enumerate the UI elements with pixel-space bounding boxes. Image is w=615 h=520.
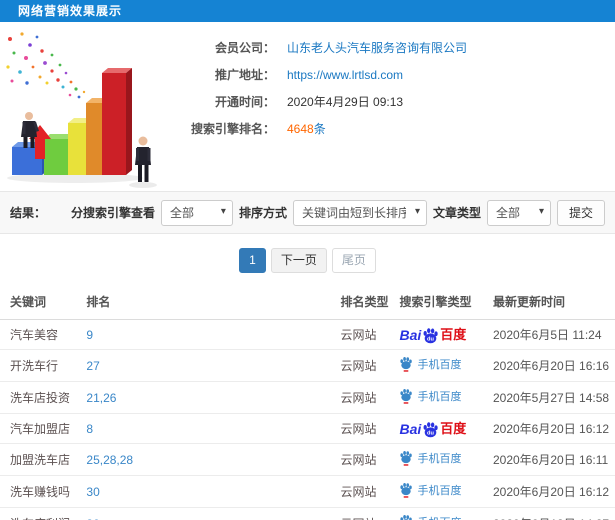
- promotion-url-link[interactable]: https://www.lrtlsd.com: [287, 68, 403, 82]
- url-label: 推广地址：: [214, 68, 275, 82]
- info-row-company: 会员公司： 山东老人头汽车服务咨询有限公司: [183, 34, 467, 61]
- header-update-time: 最新更新时间: [492, 285, 615, 320]
- bar-chart-illustration: [6, 32, 157, 188]
- svg-text:du: du: [427, 336, 434, 342]
- rank-cell[interactable]: 27: [86, 349, 341, 382]
- update-time-cell: 2020年6月20日 16:16: [492, 349, 615, 382]
- company-link[interactable]: 山东老人头汽车服务咨询有限公司: [287, 39, 467, 56]
- update-time-cell: 2020年5月27日 14:58: [492, 381, 615, 414]
- keyword-cell: 加盟洗车店: [0, 443, 87, 476]
- next-page-button[interactable]: 下一页: [270, 248, 327, 273]
- rank-cell[interactable]: 9: [86, 319, 341, 350]
- mobile-baidu-logo: 手机百度: [399, 450, 461, 466]
- open-time-label: 开通时间：: [214, 95, 275, 109]
- mobile-baidu-logo: 手机百度: [399, 482, 461, 498]
- rank-type-cell: 云网站: [340, 443, 400, 476]
- header-keyword: 关键词: [0, 285, 87, 320]
- header-rank: 排名: [86, 285, 341, 320]
- svg-text:du: du: [427, 430, 434, 436]
- update-time-cell: 2020年6月5日 11:24: [492, 319, 615, 350]
- engine-filter-select[interactable]: 全部: [161, 200, 232, 225]
- rank-type-cell: 云网站: [340, 507, 400, 520]
- rank-type-cell: 云网站: [340, 349, 400, 382]
- result-label: 结果：: [10, 206, 47, 220]
- engine-cell: Bai du 百度: [399, 507, 493, 520]
- pagination: 1 下一页 尾页: [0, 234, 615, 285]
- person-right-figure: [135, 136, 151, 182]
- update-time-cell: 2020年6月18日 14:27: [492, 507, 615, 520]
- mobile-baidu-paw-icon: [400, 389, 413, 404]
- table-row: 加盟洗车店 25,28,28 云网站 Bai du 百度: [0, 443, 615, 476]
- mobile-baidu-paw-icon: [400, 451, 413, 466]
- table-row: 汽车美容 9 云网站 Bai du 百度 2020年6月5日 11:24: [0, 319, 615, 350]
- page-1-button[interactable]: 1: [239, 248, 266, 273]
- rank-type-cell: 云网站: [340, 319, 400, 350]
- rank-cell[interactable]: 21,26: [86, 381, 341, 414]
- baidu-paw-icon: du: [423, 327, 438, 343]
- keyword-cell: 洗车赚钱吗: [0, 475, 87, 508]
- rank-type-cell: 云网站: [340, 413, 400, 444]
- ranking-count-label: 搜索引擎排名：: [190, 122, 275, 136]
- company-label: 会员公司：: [214, 41, 275, 55]
- header-engine-type: 搜索引擎类型: [399, 285, 493, 320]
- last-page-button[interactable]: 尾页: [331, 248, 376, 273]
- engine-cell: Bai du 百度: [399, 443, 493, 476]
- engine-cell: Bai du 百度: [399, 475, 493, 508]
- table-row: 洗车店利润 30 云网站 Bai du 百度: [0, 507, 615, 520]
- keyword-cell: 洗车店投资: [0, 381, 87, 414]
- info-row-url: 推广地址： https://www.lrtlsd.com: [183, 61, 467, 88]
- header-rank-type: 排名类型: [340, 285, 400, 320]
- ranking-count-number: 4648: [287, 122, 314, 136]
- ranking-count-suffix: 条: [313, 122, 326, 136]
- mobile-baidu-paw-icon: [400, 357, 413, 372]
- open-time-value: 2020年4月29日 09:13: [287, 95, 404, 109]
- mobile-baidu-paw-icon: [400, 515, 413, 520]
- submit-button[interactable]: 提交: [556, 199, 605, 226]
- keyword-cell: 洗车店利润: [0, 507, 87, 520]
- update-time-cell: 2020年6月20日 16:11: [492, 443, 615, 476]
- ranking-count-value: 4648条: [287, 120, 326, 137]
- info-row-opened: 开通时间： 2020年4月29日 09:13: [183, 88, 467, 115]
- page: 网络营销效果展示 会员公司： 山东老人头汽车服务咨询有限公司 推广地址： htt…: [0, 0, 615, 520]
- update-time-cell: 2020年6月20日 16:12: [492, 475, 615, 508]
- rank-cell[interactable]: 8: [86, 413, 341, 444]
- engine-filter-label: 分搜索引擎查看: [70, 206, 155, 220]
- sort-filter-select[interactable]: 关键词由短到长排序: [293, 200, 426, 225]
- update-time-cell: 2020年6月20日 16:12: [492, 413, 615, 444]
- keyword-cell: 汽车加盟店: [0, 413, 87, 444]
- sort-filter-label: 排序方式: [238, 206, 287, 220]
- table-row: 洗车店投资 21,26 云网站 Bai du 百度: [0, 381, 615, 414]
- mobile-baidu-logo: 手机百度: [399, 356, 461, 372]
- engine-cell: Bai du 百度: [399, 319, 493, 350]
- article-type-label: 文章类型: [432, 206, 481, 220]
- article-type-select[interactable]: 全部: [487, 200, 550, 225]
- info-row-ranking-count: 搜索引擎排名： 4648条: [183, 115, 467, 142]
- engine-cell: Bai du 百度: [399, 381, 493, 414]
- rank-type-cell: 云网站: [340, 475, 400, 508]
- page-title: 网络营销效果展示: [0, 0, 615, 22]
- keyword-cell: 开洗车行: [0, 349, 87, 382]
- engine-cell: Bai du 百度: [399, 413, 493, 444]
- rank-cell[interactable]: 25,28,28: [86, 443, 341, 476]
- results-table-body: 汽车美容 9 云网站 Bai du 百度 2020年6月5日 11:24 开洗车…: [0, 319, 615, 520]
- mobile-baidu-paw-icon: [400, 483, 413, 498]
- table-row: 开洗车行 27 云网站 Bai du 百度: [0, 349, 615, 382]
- company-info: 会员公司： 山东老人头汽车服务咨询有限公司 推广地址： https://www.…: [183, 34, 467, 142]
- results-table: 关键词 排名 排名类型 搜索引擎类型 最新更新时间 汽车美容 9 云网站 Bai: [0, 285, 615, 520]
- filter-bar: 结果： 分搜索引擎查看 全部 排序方式 关键词由短到长排序 文章类型 全部 提交: [0, 191, 615, 234]
- baidu-logo: Bai du 百度: [399, 326, 467, 343]
- mobile-baidu-logo: 手机百度: [399, 388, 461, 404]
- table-header-row: 关键词 排名 排名类型 搜索引擎类型 最新更新时间: [0, 285, 615, 320]
- info-section: 会员公司： 山东老人头汽车服务咨询有限公司 推广地址： https://www.…: [0, 22, 615, 191]
- keyword-cell: 汽车美容: [0, 319, 87, 350]
- engine-cell: Bai du 百度: [399, 349, 493, 382]
- rank-type-cell: 云网站: [340, 381, 400, 414]
- rank-cell[interactable]: 30: [86, 507, 341, 520]
- mobile-baidu-logo: 手机百度: [399, 514, 461, 520]
- baidu-paw-icon: du: [423, 421, 438, 437]
- table-row: 洗车赚钱吗 30 云网站 Bai du 百度: [0, 475, 615, 508]
- baidu-logo: Bai du 百度: [399, 420, 467, 437]
- table-row: 汽车加盟店 8 云网站 Bai du 百度 2020年6月20日 16:12: [0, 413, 615, 444]
- rank-cell[interactable]: 30: [86, 475, 341, 508]
